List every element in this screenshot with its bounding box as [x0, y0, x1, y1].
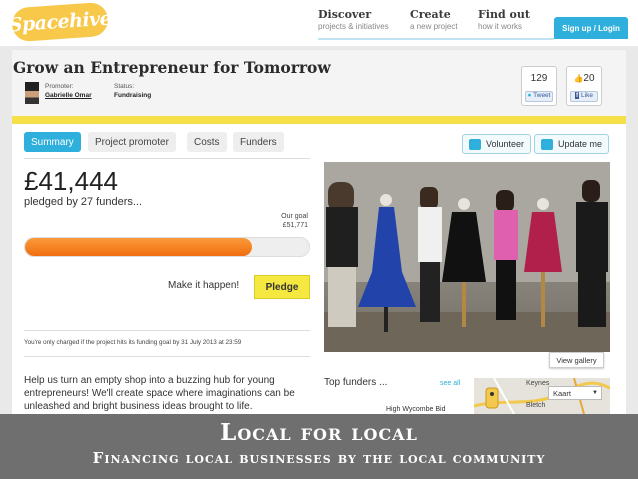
- nav-underline: [318, 38, 554, 40]
- top-funders-title: Top funders ...: [324, 377, 388, 388]
- promoter-info: Promoter: Gabrielle Omar: [45, 82, 92, 100]
- highlight-bar: [12, 116, 626, 124]
- avatar[interactable]: [25, 82, 39, 104]
- map-type-select[interactable]: Kaart ▼: [548, 386, 602, 400]
- tab-summary[interactable]: Summary: [24, 132, 81, 152]
- funding-progress-fill: [25, 238, 253, 256]
- volunteer-button[interactable]: Volunteer: [462, 134, 532, 154]
- project-photo-illustration: [324, 162, 610, 352]
- pledged-text: pledged by 27 funders...: [24, 196, 143, 208]
- map-label: Keynes: [526, 380, 550, 387]
- nav-find-out-subtitle: how it works: [478, 22, 523, 31]
- hand-icon: [469, 138, 481, 150]
- nav-create-subtitle: a new project: [410, 22, 458, 31]
- project-photo[interactable]: [324, 162, 610, 352]
- view-gallery-button[interactable]: View gallery: [549, 352, 604, 368]
- project-description: Help us turn an empty shop into a buzzin…: [24, 375, 295, 412]
- tweet-count: 129: [530, 73, 548, 84]
- goal-value: £51,771: [282, 222, 308, 229]
- funder-item[interactable]: High Wycombe Bid: [386, 406, 445, 413]
- map-label: Bletch: [526, 402, 546, 409]
- project-title: Grow an Entrepreneur for Tomorrow: [13, 58, 331, 77]
- spacehive-logo[interactable]: Spacehive: [8, 1, 112, 43]
- caption-overlay: Local for local Financing local business…: [0, 414, 638, 479]
- thumbs-up-icon: 👍: [573, 74, 584, 83]
- goal-label: Our goal: [281, 213, 308, 220]
- tab-costs[interactable]: Costs: [187, 132, 227, 152]
- divider: [24, 330, 310, 331]
- map-type-value: Kaart: [553, 388, 571, 398]
- update-me-button[interactable]: Update me: [534, 134, 610, 154]
- tab-funders[interactable]: Funders: [233, 132, 284, 152]
- signup-login-button[interactable]: Sign up / Login: [554, 17, 628, 39]
- divider: [24, 356, 310, 357]
- caption-title: Local for local: [220, 419, 418, 446]
- tweet-label: Tweet: [533, 92, 551, 99]
- nav-discover[interactable]: Discover projects & initiatives: [318, 8, 389, 31]
- tweet-button[interactable]: ● Tweet: [525, 91, 553, 102]
- like-button[interactable]: f Like: [570, 91, 598, 102]
- volunteer-label: Volunteer: [486, 139, 525, 149]
- like-count-wrap: 👍20: [567, 73, 601, 84]
- nav-find-out[interactable]: Find out how it works: [478, 8, 530, 31]
- see-all-link[interactable]: see all: [440, 380, 460, 387]
- update-me-label: Update me: [558, 139, 603, 149]
- funding-progress-bar: [24, 237, 310, 257]
- nav-discover-subtitle: projects & initiatives: [318, 22, 389, 31]
- nav-discover-title: Discover: [318, 8, 372, 21]
- envelope-icon: [541, 138, 553, 150]
- tweet-widget[interactable]: 129 ● Tweet: [521, 66, 557, 106]
- like-widget[interactable]: 👍20 f Like: [566, 66, 602, 106]
- facebook-icon: f: [575, 92, 580, 99]
- caption-subtitle: Financing local businesses by the local …: [92, 449, 546, 467]
- chevron-down-icon: ▼: [592, 390, 598, 396]
- nav-create-title: Create: [410, 8, 451, 21]
- status-label: Status:: [114, 83, 135, 90]
- promoter-label: Promoter:: [45, 83, 74, 90]
- logo-text: Spacehive: [8, 7, 112, 37]
- like-count: 20: [583, 73, 595, 84]
- status-value: Fundraising: [114, 92, 152, 99]
- nav-find-out-title: Find out: [478, 8, 530, 21]
- divider: [24, 158, 310, 159]
- pledge-button[interactable]: Pledge: [254, 275, 310, 299]
- tab-project-promoter[interactable]: Project promoter: [88, 132, 176, 152]
- amount-pledged: £41,444: [24, 166, 118, 196]
- promoter-name-link[interactable]: Gabrielle Omar: [45, 92, 92, 99]
- goal-info: Our goal £51,771: [262, 212, 308, 230]
- charged-note: You're only charged if the project hits …: [24, 339, 242, 346]
- nav-create[interactable]: Create a new project: [410, 8, 458, 31]
- status-info: Status: Fundraising: [114, 82, 151, 100]
- like-label: Like: [581, 92, 593, 99]
- twitter-icon: ●: [527, 92, 532, 99]
- cta-text: Make it happen!: [168, 280, 240, 291]
